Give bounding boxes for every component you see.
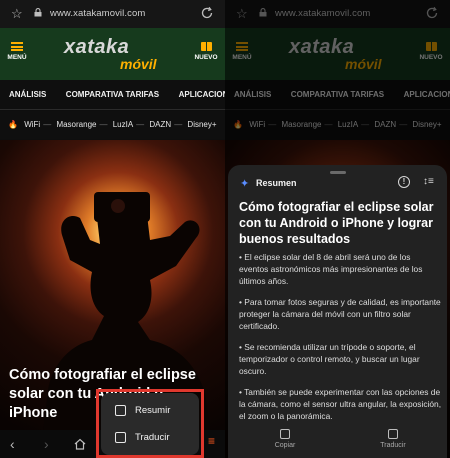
highlight-box xyxy=(96,389,204,458)
sparkle-icon: ✦ xyxy=(240,178,250,190)
summary-point: • El eclipse solar del 8 de abril será u… xyxy=(239,252,423,286)
trend-item[interactable]: Masorange xyxy=(56,120,96,129)
right-screenshot: ☆ www.xatakamovil.com MENÚ xataka móvil … xyxy=(225,0,450,458)
translate-icon xyxy=(388,429,398,439)
news-label: NUEVO xyxy=(194,54,218,61)
lock-icon xyxy=(34,8,42,17)
trend-item[interactable]: Disney+ xyxy=(187,120,216,129)
url-text[interactable]: www.xatakamovil.com xyxy=(50,8,145,19)
translate-button[interactable]: Traducir xyxy=(363,429,423,449)
copy-label: Copiar xyxy=(274,442,296,449)
logo-sub: móvil xyxy=(120,56,157,72)
summary-title: Cómo fotografiar el eclipse solar con tu… xyxy=(239,200,434,246)
copy-button[interactable]: Copiar xyxy=(255,429,315,449)
site-header: MENÚ xataka móvil NUEVO xyxy=(0,28,225,80)
site-logo[interactable]: xataka móvil xyxy=(58,34,178,74)
summary-sheet: ✦ Resumen ! ↕≡ Cómo fotografiar el eclip… xyxy=(228,165,447,458)
menu-label: MENÚ xyxy=(7,54,27,61)
summary-point: • Para tomar fotos seguras y de calidad,… xyxy=(239,297,441,331)
fire-icon: 🔥 xyxy=(8,120,18,129)
back-icon[interactable]: ‹ xyxy=(10,436,15,452)
trend-item[interactable]: LuzIA xyxy=(113,120,133,129)
left-screenshot: ☆ www.xatakamovil.com MENÚ xataka móvil … xyxy=(0,0,225,458)
summary-point: • Se recomienda utilizar un trípode o so… xyxy=(239,342,420,376)
nav-item-analisis[interactable]: ANÁLISIS xyxy=(9,80,46,109)
summary-header: Resumen xyxy=(256,178,297,188)
info-icon[interactable]: ! xyxy=(398,176,410,188)
menu-dots-icon[interactable]: ≡ xyxy=(208,434,215,448)
trending-bar: 🔥 WiFi— Masorange— LuzIA— DAZN— Disney+ xyxy=(0,111,225,139)
nav-item-aplicaciones[interactable]: APLICACIONES xyxy=(179,80,225,109)
category-nav: ANÁLISIS COMPARATIVA TARIFAS APLICACIONE… xyxy=(0,80,225,110)
menu-button[interactable]: MENÚ xyxy=(6,42,28,61)
book-icon xyxy=(200,42,212,51)
nav-item-comparativa[interactable]: COMPARATIVA TARIFAS xyxy=(66,80,159,109)
reload-icon[interactable] xyxy=(200,6,214,20)
trend-item[interactable]: WiFi xyxy=(24,120,40,129)
summary-actions: Copiar Traducir xyxy=(228,427,447,458)
trend-item[interactable]: DAZN xyxy=(149,120,171,129)
star-outline-icon[interactable]: ☆ xyxy=(11,6,23,22)
summary-point: • También se puede experimentar con las … xyxy=(239,387,442,421)
summary-points: • El eclipse solar del 8 de abril será u… xyxy=(239,251,442,431)
address-bar[interactable]: ☆ www.xatakamovil.com xyxy=(0,0,225,28)
copy-icon xyxy=(280,429,290,439)
format-list-icon[interactable]: ↕≡ xyxy=(423,176,434,187)
forward-icon[interactable]: › xyxy=(44,436,49,452)
hamburger-icon xyxy=(11,42,23,51)
translate-label: Traducir xyxy=(380,442,406,449)
news-button[interactable]: NUEVO xyxy=(193,42,219,61)
drag-handle[interactable] xyxy=(330,171,346,174)
home-icon[interactable] xyxy=(74,438,86,450)
